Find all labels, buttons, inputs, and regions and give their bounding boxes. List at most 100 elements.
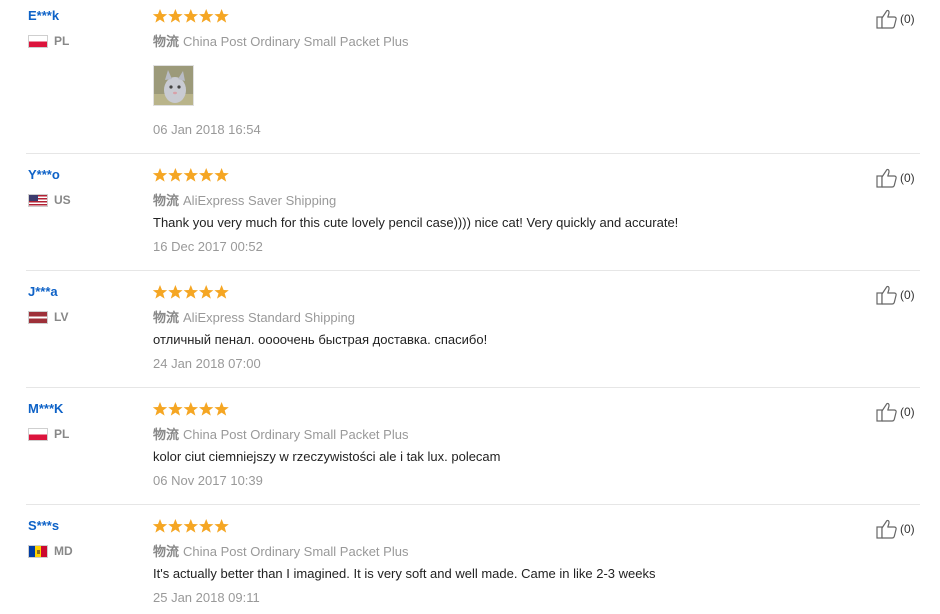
shipping-prefix: 物流	[153, 544, 180, 559]
flag-pl-icon	[28, 34, 48, 48]
thumbs-up-icon	[876, 402, 898, 422]
star-rating	[152, 518, 232, 534]
review-text: It's actually better than I imagined. It…	[153, 566, 656, 581]
star-rating	[152, 8, 232, 24]
star-icon	[183, 168, 198, 182]
stars-graphic	[152, 402, 229, 416]
reviewer-country: LV	[28, 310, 68, 324]
star-icon	[152, 402, 168, 416]
star-icon	[214, 9, 229, 23]
country-code: PL	[54, 427, 70, 441]
star-icon	[168, 285, 183, 299]
flag-md-icon	[28, 544, 48, 558]
country-code: US	[54, 193, 71, 207]
star-icon	[183, 285, 198, 299]
star-icon	[183, 519, 198, 533]
star-icon	[152, 168, 168, 182]
helpful-count: (0)	[900, 171, 915, 185]
shipping-method: 物流 AliExpress Saver Shipping	[153, 190, 336, 209]
flag-us-icon	[28, 193, 48, 207]
shipping-method: 物流 China Post Ordinary Small Packet Plus	[153, 424, 408, 443]
shipping-prefix: 物流	[153, 34, 180, 49]
review-date: 16 Dec 2017 00:52	[153, 239, 263, 254]
star-icon	[199, 9, 214, 23]
review-item: J***a LV 物流 AliExpress Standard Shipping …	[0, 276, 940, 388]
star-icon	[152, 285, 168, 299]
shipping-prefix: 物流	[153, 193, 180, 208]
star-icon	[152, 9, 168, 23]
star-icon	[168, 402, 183, 416]
star-icon	[214, 168, 229, 182]
divider	[26, 153, 920, 154]
shipping-name: China Post Ordinary Small Packet Plus	[183, 34, 409, 49]
divider	[26, 270, 920, 271]
helpful-button[interactable]: (0)	[876, 519, 915, 539]
helpful-button[interactable]: (0)	[876, 9, 915, 29]
shipping-method: 物流 China Post Ordinary Small Packet Plus	[153, 31, 408, 50]
helpful-button[interactable]: (0)	[876, 168, 915, 188]
reviewer-country: MD	[28, 544, 73, 558]
review-text: Thank you very much for this cute lovely…	[153, 215, 679, 230]
star-icon	[168, 519, 183, 533]
review-item: E***k PL 物流 China Post Ordinary Small Pac…	[0, 0, 940, 154]
helpful-count: (0)	[900, 405, 915, 419]
helpful-button[interactable]: (0)	[876, 402, 915, 422]
reviewer-name[interactable]: M***K	[28, 401, 63, 416]
star-rating	[152, 167, 232, 183]
reviewer-name[interactable]: E***k	[28, 8, 59, 23]
stars-graphic	[152, 285, 229, 299]
star-icon	[214, 402, 229, 416]
reviewer-name[interactable]: J***a	[28, 284, 58, 299]
shipping-name: China Post Ordinary Small Packet Plus	[183, 544, 409, 559]
star-icon	[152, 519, 168, 533]
star-icon	[199, 519, 214, 533]
star-rating	[152, 284, 232, 300]
shipping-method: 物流 China Post Ordinary Small Packet Plus	[153, 541, 408, 560]
star-icon	[199, 285, 214, 299]
divider	[26, 387, 920, 388]
review-date: 24 Jan 2018 07:00	[153, 356, 261, 371]
review-date: 25 Jan 2018 09:11	[153, 590, 260, 605]
reviewer-name[interactable]: Y***o	[28, 167, 60, 182]
star-icon	[183, 402, 198, 416]
country-code: LV	[54, 310, 69, 324]
review-item: Y***o US 物流 AliExpress Saver Shipping Tha…	[0, 159, 940, 271]
thumbs-up-icon	[876, 519, 898, 539]
review-date: 06 Nov 2017 10:39	[153, 473, 263, 488]
country-code: PL	[54, 34, 70, 48]
shipping-name: AliExpress Saver Shipping	[183, 193, 337, 208]
star-icon	[168, 9, 183, 23]
helpful-count: (0)	[900, 12, 915, 26]
shipping-prefix: 物流	[153, 310, 180, 325]
star-icon	[183, 9, 198, 23]
reviewer-name[interactable]: S***s	[28, 518, 59, 533]
flag-lv-icon	[28, 310, 48, 324]
reviewer-country: PL	[28, 427, 69, 441]
thumbs-up-icon	[876, 168, 898, 188]
shipping-name: China Post Ordinary Small Packet Plus	[183, 427, 409, 442]
star-icon	[214, 519, 229, 533]
thumbs-up-icon	[876, 285, 898, 305]
star-icon	[199, 402, 214, 416]
thumbs-up-icon	[876, 9, 898, 29]
shipping-prefix: 物流	[153, 427, 180, 442]
country-code: MD	[54, 544, 73, 558]
shipping-name: AliExpress Standard Shipping	[183, 310, 356, 325]
reviewer-country: PL	[28, 34, 69, 48]
star-rating	[152, 401, 232, 417]
helpful-button[interactable]: (0)	[876, 285, 915, 305]
star-icon	[214, 285, 229, 299]
flag-pl-icon	[28, 427, 48, 441]
review-item: M***K PL 物流 China Post Ordinary Small Pac…	[0, 393, 940, 505]
stars-graphic	[152, 9, 229, 23]
cat-photo-thumbnail	[154, 66, 193, 105]
divider	[26, 504, 920, 505]
review-item: S***s MD 物流 China Post Ordinary Small Pac…	[0, 510, 940, 614]
review-photo[interactable]	[153, 65, 194, 106]
star-icon	[199, 168, 214, 182]
helpful-count: (0)	[900, 288, 915, 302]
review-date: 06 Jan 2018 16:54	[153, 122, 261, 137]
reviewer-country: US	[28, 193, 71, 207]
helpful-count: (0)	[900, 522, 915, 536]
review-text: kolor ciut ciemniejszy w rzeczywistości …	[153, 449, 501, 464]
